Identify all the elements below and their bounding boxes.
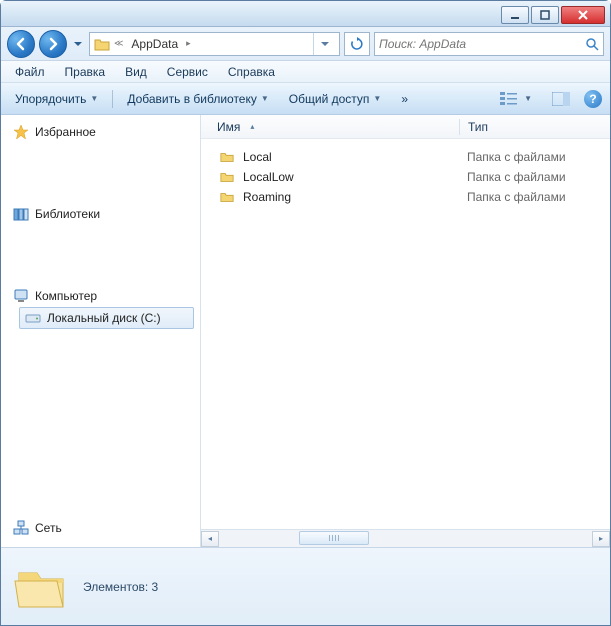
separator <box>112 90 113 108</box>
add-to-library-button[interactable]: Добавить в библиотеку ▼ <box>121 89 274 109</box>
network-icon <box>13 520 29 536</box>
view-mode-button[interactable]: ▼ <box>494 88 538 110</box>
help-button[interactable]: ? <box>584 90 602 108</box>
file-type: Папка с файлами <box>467 170 602 184</box>
sidebar-local-disk-label: Локальный диск (C:) <box>47 311 161 325</box>
sidebar-libraries-label: Библиотеки <box>35 207 100 221</box>
sort-asc-icon: ▴ <box>250 122 254 131</box>
sidebar: Избранное Библиотеки Компьютер <box>1 115 201 547</box>
list-item[interactable]: Local Папка с файлами <box>201 147 610 167</box>
body: Избранное Библиотеки Компьютер <box>1 115 610 547</box>
drive-icon <box>25 310 41 326</box>
menu-edit[interactable]: Правка <box>57 63 114 81</box>
breadcrumb-history-dropdown[interactable] <box>313 33 335 55</box>
statusbar: Элементов: 3 <box>1 547 610 625</box>
sidebar-computer[interactable]: Компьютер <box>7 285 194 307</box>
share-label: Общий доступ <box>289 92 370 106</box>
sidebar-favorites[interactable]: Избранное <box>7 121 194 143</box>
forward-button[interactable] <box>39 30 67 58</box>
overflow-label: » <box>401 92 408 106</box>
titlebar <box>1 1 610 27</box>
statusbar-text: Элементов: 3 <box>83 580 158 594</box>
scrollbar-thumb[interactable] <box>299 531 369 545</box>
close-button[interactable] <box>561 6 605 24</box>
scrollbar-track[interactable] <box>219 531 592 547</box>
breadcrumb-segment[interactable]: AppData <box>127 37 182 51</box>
chevron-down-icon: ▼ <box>373 94 381 103</box>
chevron-down-icon: ▼ <box>524 94 532 103</box>
chevron-down-icon: ▼ <box>261 94 269 103</box>
list-item[interactable]: LocalLow Папка с файлами <box>201 167 610 187</box>
file-list: Local Папка с файлами LocalLow Папка с ф… <box>201 139 610 529</box>
column-type-label: Тип <box>468 120 488 134</box>
folder-icon <box>217 190 237 204</box>
libraries-icon <box>13 206 29 222</box>
add-library-label: Добавить в библиотеку <box>127 92 257 106</box>
nav-row: ≪ AppData ▸ <box>1 27 610 61</box>
computer-icon <box>13 288 29 304</box>
folder-large-icon <box>13 559 69 615</box>
refresh-button[interactable] <box>344 32 370 56</box>
search-box[interactable] <box>374 32 604 56</box>
list-item[interactable]: Roaming Папка с файлами <box>201 187 610 207</box>
scroll-right-button[interactable]: ▸ <box>592 531 610 547</box>
explorer-window: ≪ AppData ▸ Файл Правка Вид Сервис Справ… <box>0 0 611 626</box>
toolbar-overflow-button[interactable]: » <box>395 89 414 109</box>
sidebar-network-label: Сеть <box>35 521 62 535</box>
maximize-button[interactable] <box>531 6 559 24</box>
column-name[interactable]: Имя ▴ <box>209 120 459 134</box>
breadcrumb[interactable]: ≪ AppData ▸ <box>89 32 340 56</box>
file-name: LocalLow <box>237 170 467 184</box>
file-name: Roaming <box>237 190 467 204</box>
chevron-right-icon: ▸ <box>186 38 191 49</box>
organize-button[interactable]: Упорядочить ▼ <box>9 89 104 109</box>
column-type[interactable]: Тип <box>460 120 602 134</box>
column-name-label: Имя <box>217 120 240 134</box>
content-area: Имя ▴ Тип Local Папка с файлами LocalLow <box>201 115 610 547</box>
share-button[interactable]: Общий доступ ▼ <box>283 89 388 109</box>
minimize-button[interactable] <box>501 6 529 24</box>
sidebar-network[interactable]: Сеть <box>7 517 194 539</box>
nav-history-dropdown[interactable] <box>71 34 85 54</box>
folder-icon <box>217 150 237 164</box>
chevron-down-icon: ▼ <box>90 94 98 103</box>
preview-pane-button[interactable] <box>546 89 576 109</box>
sidebar-local-disk-c[interactable]: Локальный диск (C:) <box>19 307 194 329</box>
star-icon <box>13 124 29 140</box>
menu-view[interactable]: Вид <box>117 63 155 81</box>
sidebar-computer-label: Компьютер <box>35 289 97 303</box>
horizontal-scrollbar[interactable]: ◂ ▸ <box>201 529 610 547</box>
file-type: Папка с файлами <box>467 150 602 164</box>
file-type: Папка с файлами <box>467 190 602 204</box>
chevron-left-icon: ≪ <box>114 38 123 49</box>
menu-tools[interactable]: Сервис <box>159 63 216 81</box>
file-name: Local <box>237 150 467 164</box>
sidebar-libraries[interactable]: Библиотеки <box>7 203 194 225</box>
menu-file[interactable]: Файл <box>7 63 53 81</box>
toolbar: Упорядочить ▼ Добавить в библиотеку ▼ Об… <box>1 83 610 115</box>
column-headers: Имя ▴ Тип <box>201 115 610 139</box>
menubar: Файл Правка Вид Сервис Справка <box>1 61 610 83</box>
sidebar-favorites-label: Избранное <box>35 125 96 139</box>
back-button[interactable] <box>7 30 35 58</box>
search-icon <box>585 37 599 51</box>
scroll-left-button[interactable]: ◂ <box>201 531 219 547</box>
folder-icon <box>217 170 237 184</box>
folder-icon <box>94 36 110 52</box>
search-input[interactable] <box>379 37 585 51</box>
menu-help[interactable]: Справка <box>220 63 283 81</box>
organize-label: Упорядочить <box>15 92 86 106</box>
